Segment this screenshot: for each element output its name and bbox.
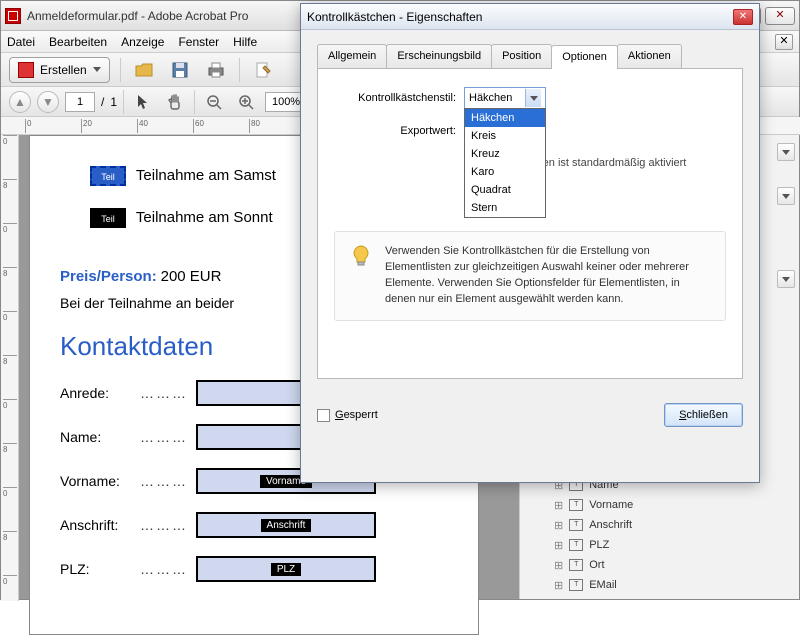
style-option[interactable]: Quadrat bbox=[465, 181, 545, 199]
checkbox-field-selected[interactable]: Teil bbox=[90, 166, 126, 186]
field-label: Vorname: bbox=[60, 473, 140, 489]
print-icon[interactable] bbox=[203, 57, 229, 83]
close-button[interactable]: ✕ bbox=[765, 7, 795, 25]
field-name: Ort bbox=[589, 559, 604, 571]
price-value: 200 EUR bbox=[161, 268, 222, 285]
page-number-input[interactable]: 1 bbox=[65, 92, 95, 112]
field-label: Anschrift: bbox=[60, 517, 140, 533]
panel-toggle-2[interactable] bbox=[777, 187, 795, 205]
create-button[interactable]: Erstellen bbox=[9, 57, 110, 83]
field-name: Vorname bbox=[589, 499, 633, 511]
open-icon[interactable] bbox=[131, 57, 157, 83]
panel-toggle-3[interactable] bbox=[777, 270, 795, 288]
menu-window[interactable]: Fenster bbox=[178, 35, 219, 49]
field-tree-item[interactable]: ⊞TVorname bbox=[528, 495, 791, 515]
select-tool-icon[interactable] bbox=[130, 89, 156, 115]
style-option[interactable]: Kreuz bbox=[465, 145, 545, 163]
dialog-tabs: AllgemeinErscheinungsbildPositionOptione… bbox=[317, 44, 743, 69]
menu-view[interactable]: Anzeige bbox=[121, 35, 164, 49]
tab-allgemein[interactable]: Allgemein bbox=[317, 44, 387, 68]
create-icon bbox=[18, 62, 34, 78]
tab-erscheinungsbild[interactable]: Erscheinungsbild bbox=[386, 44, 492, 68]
textfield-icon: T bbox=[569, 559, 583, 571]
dropdown-arrow-icon bbox=[525, 89, 541, 107]
hand-tool-icon[interactable] bbox=[162, 89, 188, 115]
lightbulb-icon bbox=[349, 244, 373, 268]
dropdown-icon bbox=[93, 67, 101, 72]
field-label: Name: bbox=[60, 429, 140, 445]
style-option[interactable]: Häkchen bbox=[465, 109, 545, 127]
form-row: Anschrift:………Anschrift bbox=[60, 512, 448, 538]
page-up-button[interactable]: ▲ bbox=[9, 91, 31, 113]
dialog-titlebar[interactable]: Kontrollkästchen - Eigenschaften ✕ bbox=[301, 4, 759, 30]
field-tree-item[interactable]: ⊞TEMail bbox=[528, 575, 791, 595]
zoom-in-icon[interactable] bbox=[233, 89, 259, 115]
field-label: PLZ: bbox=[60, 561, 140, 577]
textfield-icon: T bbox=[569, 539, 583, 551]
save-icon[interactable] bbox=[167, 57, 193, 83]
menu-edit[interactable]: Bearbeiten bbox=[49, 35, 107, 49]
tab-aktionen[interactable]: Aktionen bbox=[617, 44, 682, 68]
checkbox-label-1: Teilnahme am Samst bbox=[136, 167, 276, 184]
style-dropdown-list: HäkchenKreisKreuzKaroQuadratStern bbox=[464, 108, 546, 218]
default-activated-text: tchen ist standardmäßig aktiviert bbox=[528, 157, 686, 169]
textfield-icon: T bbox=[569, 499, 583, 511]
panel-toggle-1[interactable] bbox=[777, 143, 795, 161]
dialog-footer: Gesperrt Schließen bbox=[301, 393, 759, 437]
textfield-icon: T bbox=[569, 579, 583, 591]
dialog-close-icon[interactable]: ✕ bbox=[733, 9, 753, 25]
field-name: EMail bbox=[589, 579, 617, 591]
textfield-icon: T bbox=[569, 519, 583, 531]
field-name: Anschrift bbox=[589, 519, 632, 531]
create-label: Erstellen bbox=[40, 63, 87, 77]
menu-file[interactable]: Datei bbox=[7, 35, 35, 49]
separator bbox=[194, 90, 195, 114]
price-label: Preis/Person: bbox=[60, 268, 157, 285]
style-option[interactable]: Kreis bbox=[465, 127, 545, 145]
acrobat-icon bbox=[5, 8, 21, 24]
page-down-button[interactable]: ▼ bbox=[37, 91, 59, 113]
export-label: Exportwert: bbox=[334, 125, 464, 137]
close-button[interactable]: Schließen bbox=[664, 403, 743, 427]
field-label: Anrede: bbox=[60, 385, 140, 401]
locked-checkbox[interactable] bbox=[317, 409, 330, 422]
fields-list: ⊞TName⊞TVorname⊞TAnschrift⊞TPLZ⊞TOrt⊞TEM… bbox=[528, 475, 791, 595]
checkbox-label-2: Teilnahme am Sonnt bbox=[136, 209, 273, 226]
ruler-vertical: 08080808080 bbox=[1, 135, 19, 601]
tab-optionen[interactable]: Optionen bbox=[551, 45, 618, 69]
separator bbox=[239, 58, 240, 82]
doc-close-button[interactable]: ✕ bbox=[775, 34, 793, 50]
separator bbox=[120, 58, 121, 82]
style-combo[interactable]: Häkchen HäkchenKreisKreuzKaroQuadratSter… bbox=[464, 87, 546, 109]
edit-icon[interactable] bbox=[250, 57, 276, 83]
zoom-out-icon[interactable] bbox=[201, 89, 227, 115]
style-label: Kontrollkästchenstil: bbox=[334, 92, 464, 104]
page-total: 1 bbox=[110, 95, 117, 109]
field-tag: Anschrift bbox=[261, 519, 312, 532]
dialog-title: Kontrollkästchen - Eigenschaften bbox=[307, 10, 733, 24]
menu-help[interactable]: Hilfe bbox=[233, 35, 257, 49]
text-field[interactable]: Anschrift bbox=[196, 512, 376, 538]
checkbox-field[interactable]: Teil bbox=[90, 208, 126, 228]
style-option[interactable]: Karo bbox=[465, 163, 545, 181]
text-field[interactable]: PLZ bbox=[196, 556, 376, 582]
field-tree-item[interactable]: ⊞TAnschrift bbox=[528, 515, 791, 535]
hint-box: Verwenden Sie Kontrollkästchen für die E… bbox=[334, 231, 726, 321]
locked-label: Gesperrt bbox=[335, 409, 378, 421]
style-option[interactable]: Stern bbox=[465, 199, 545, 217]
field-tag: PLZ bbox=[271, 563, 301, 576]
tab-position[interactable]: Position bbox=[491, 44, 552, 68]
separator bbox=[123, 90, 124, 114]
tab-panel-options: Kontrollkästchenstil: Häkchen HäkchenKre… bbox=[317, 69, 743, 379]
page-separator: / bbox=[101, 95, 104, 109]
field-tree-item[interactable]: ⊞TPLZ bbox=[528, 535, 791, 555]
field-tree-item[interactable]: ⊞TOrt bbox=[528, 555, 791, 575]
hint-text: Verwenden Sie Kontrollkästchen für die E… bbox=[385, 244, 711, 308]
style-value: Häkchen bbox=[469, 92, 512, 104]
field-name: PLZ bbox=[589, 539, 609, 551]
form-row: PLZ:………PLZ bbox=[60, 556, 448, 582]
properties-dialog: Kontrollkästchen - Eigenschaften ✕ Allge… bbox=[300, 3, 760, 483]
